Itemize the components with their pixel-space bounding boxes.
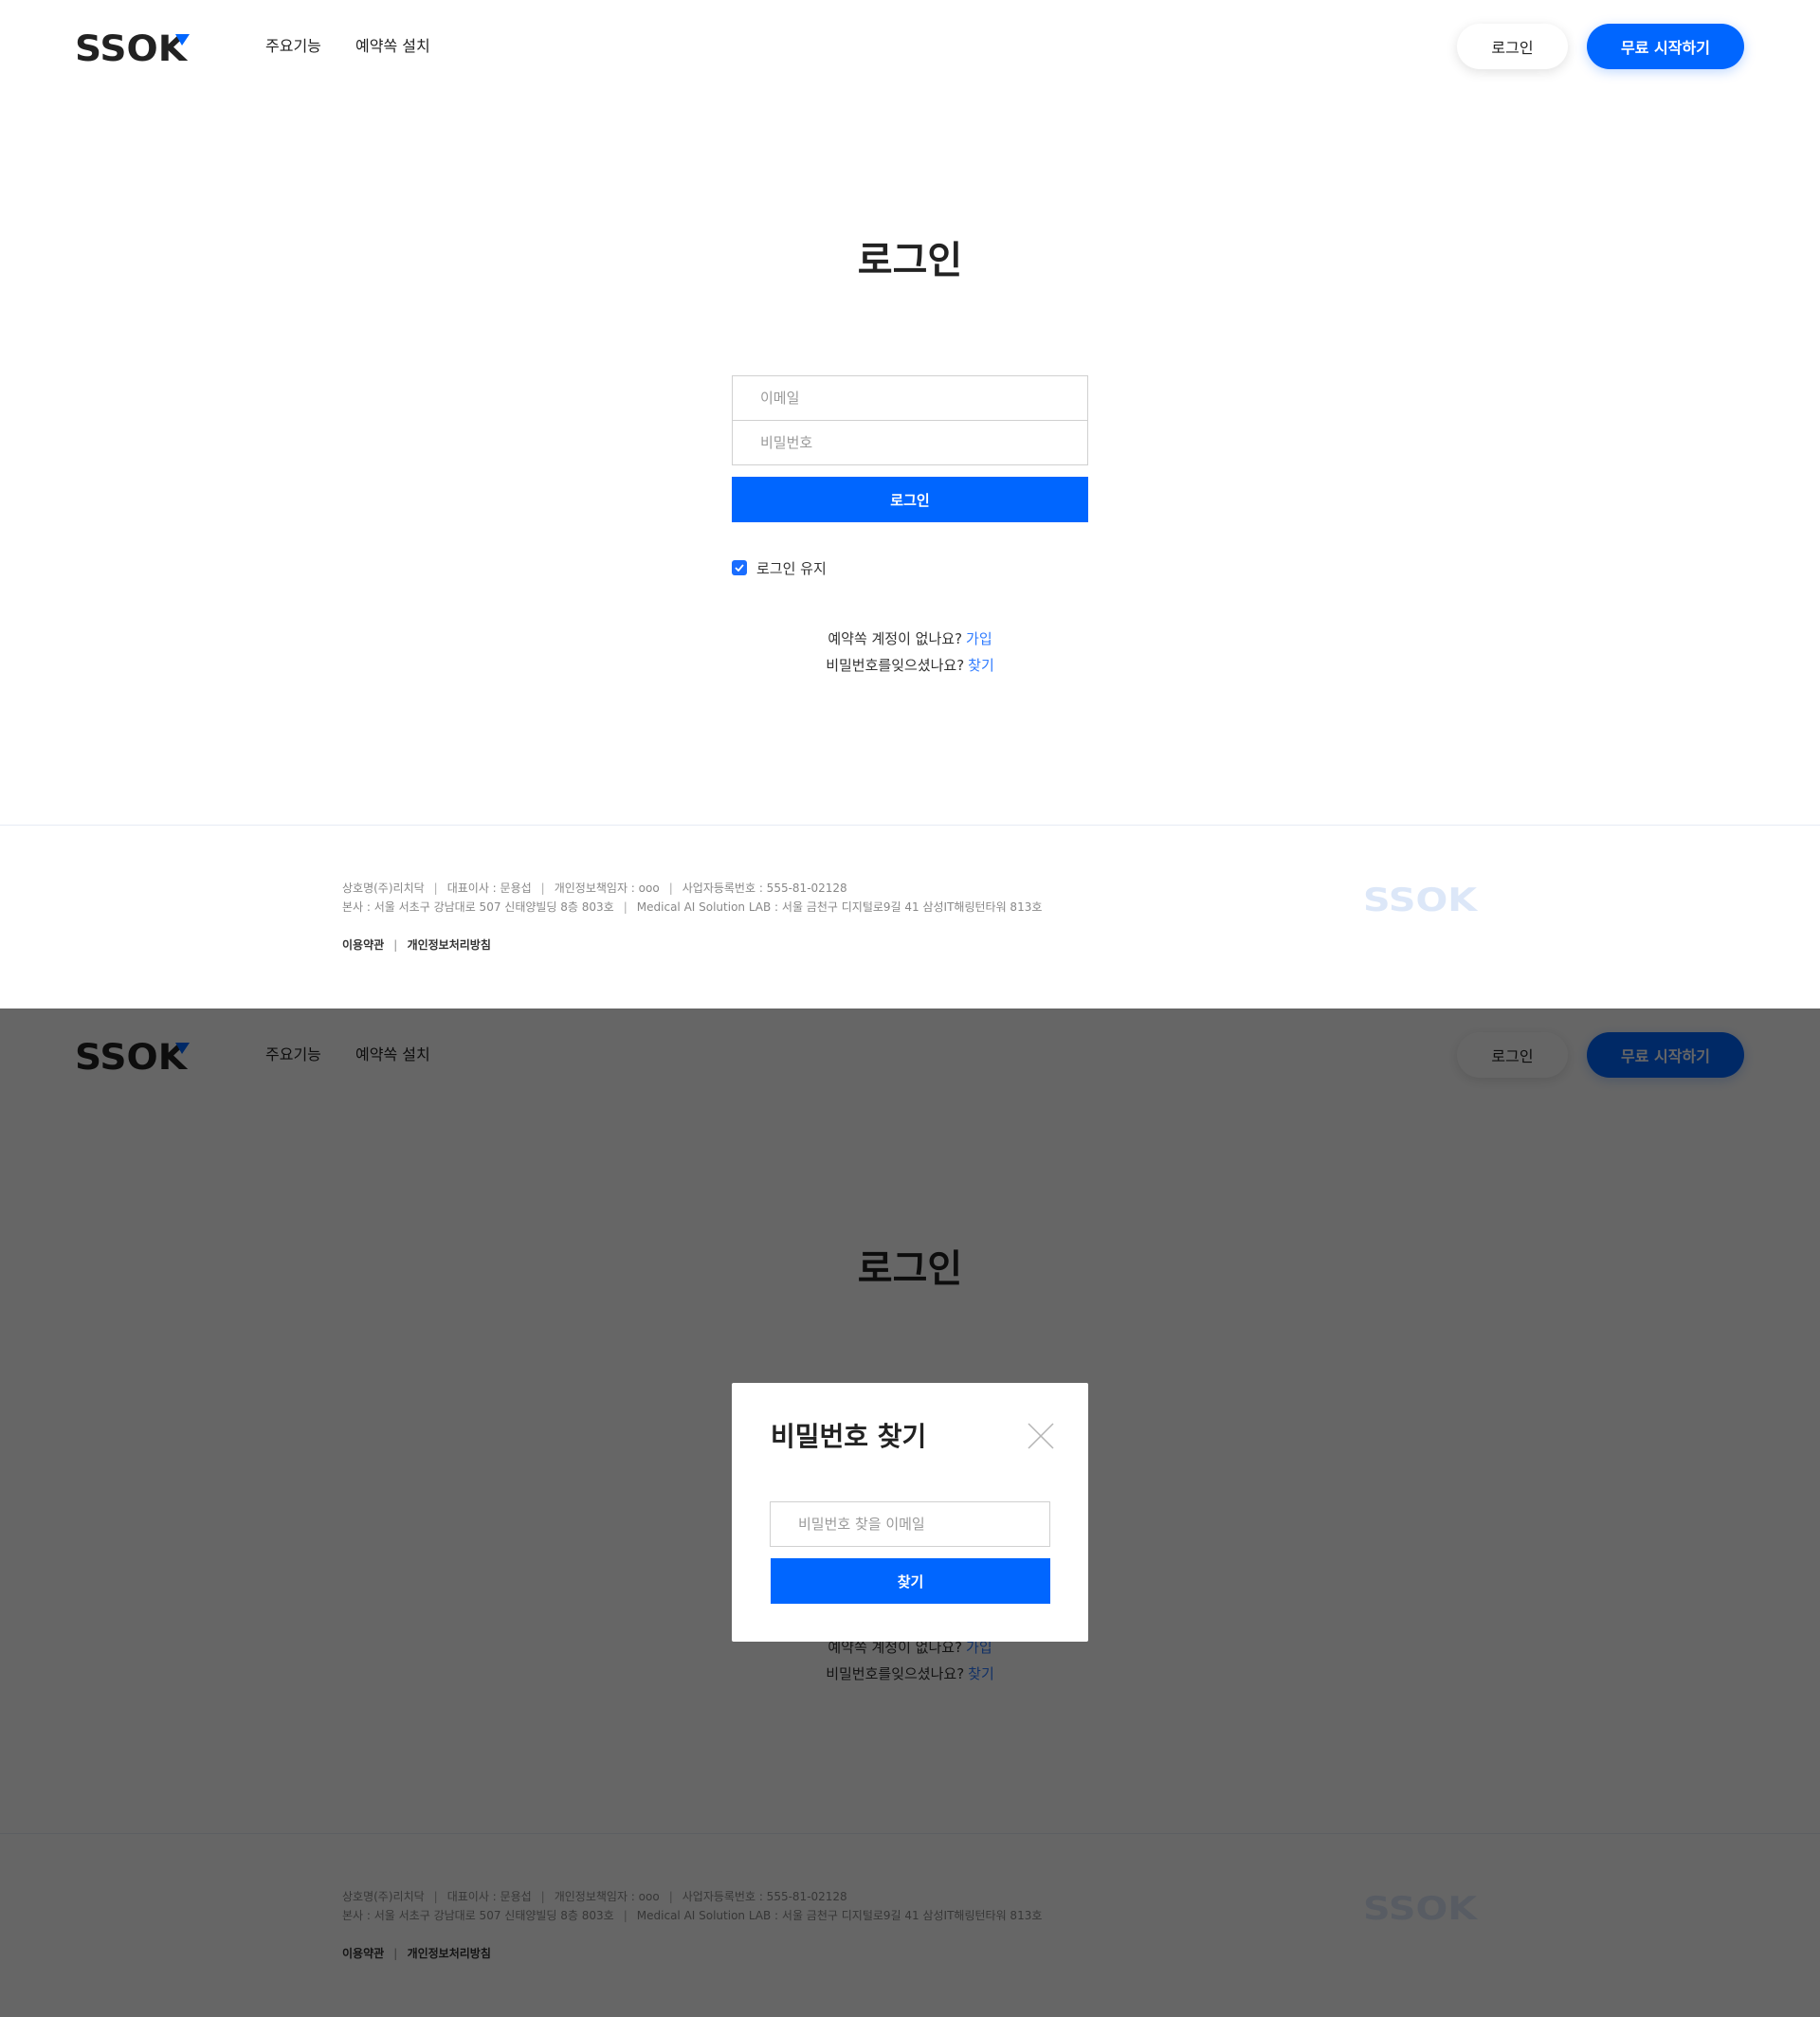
find-password-email-field[interactable] (770, 1501, 1050, 1547)
keep-login-toggle[interactable]: 로그인 유지 (732, 557, 827, 578)
login-screen-with-modal: SSOK 주요기능 예약쏙 설치 로그인 무료 시작하기 로그인 로그인 로그인… (0, 1008, 1820, 2017)
login-submit-button[interactable]: 로그인 (732, 477, 1088, 522)
modal-title: 비밀번호 찾기 (771, 1421, 927, 1452)
header-start-free-button[interactable]: 무료 시작하기 (1587, 24, 1744, 69)
terms-link[interactable]: 이용약관 (342, 938, 384, 952)
footer-privacy-officer: 개인정보책임자 : ooo (554, 881, 660, 895)
footer-company: 상호명(주)리치닥 (342, 881, 425, 895)
footer-hq-address: 본사 : 서울 서초구 강남대로 507 신태양빌딩 8층 803호 (342, 900, 614, 914)
signup-prompt: 예약쏙 계정이 없나요?가입 (0, 628, 1820, 649)
check-icon (735, 564, 744, 572)
site-header: SSOK 주요기능 예약쏙 설치 로그인 무료 시작하기 (0, 0, 1820, 95)
password-field[interactable] (732, 420, 1088, 465)
login-screen: SSOK 주요기능 예약쏙 설치 로그인 무료 시작하기 로그인 로그인 로그인… (0, 0, 1820, 1008)
logo-text: SSOK (75, 28, 188, 66)
keep-login-label: 로그인 유지 (756, 559, 827, 577)
site-footer: 상호명(주)리치닥|대표이사 : 문용섭|개인정보책임자 : ooo|사업자등록… (0, 825, 1820, 1008)
nav-features[interactable]: 주요기능 (265, 35, 321, 58)
footer-lab-address: Medical AI Solution LAB : 서울 금천구 디지털로9길 … (636, 900, 1043, 914)
find-password-prompt: 비밀번호를잊으셨나요?찾기 (0, 655, 1820, 676)
email-field[interactable] (732, 375, 1088, 421)
footer-biz-number: 사업자등록번호 : 555-81-02128 (682, 881, 847, 895)
footer-ceo: 대표이사 : 문용섭 (446, 881, 532, 895)
find-password-modal: 비밀번호 찾기 찾기 (732, 1383, 1088, 1642)
nav-install[interactable]: 예약쏙 설치 (355, 35, 430, 58)
header-login-button[interactable]: 로그인 (1457, 24, 1568, 69)
footer-company-info: 상호명(주)리치닥|대표이사 : 문용섭|개인정보책임자 : ooo|사업자등록… (342, 881, 847, 895)
find-password-link[interactable]: 찾기 (968, 657, 994, 674)
signup-prompt-text: 예약쏙 계정이 없나요? (828, 630, 963, 647)
close-icon (1028, 1423, 1054, 1449)
footer-logo: SSOK (1363, 881, 1479, 915)
signup-link[interactable]: 가입 (966, 630, 992, 647)
footer-links: 이용약관|개인정보처리방침 (342, 938, 491, 952)
page-title: 로그인 (857, 239, 963, 282)
footer-logo-text: SSOK (1363, 881, 1479, 915)
find-password-submit-button[interactable]: 찾기 (771, 1558, 1050, 1604)
keep-login-checkbox[interactable] (732, 560, 747, 575)
footer-addresses: 본사 : 서울 서초구 강남대로 507 신태양빌딩 8층 803호|Medic… (342, 900, 1043, 914)
ssok-logo[interactable]: SSOK (75, 28, 193, 66)
modal-close-button[interactable] (1022, 1417, 1060, 1455)
privacy-policy-link[interactable]: 개인정보처리방침 (408, 938, 491, 952)
find-password-prompt-text: 비밀번호를잊으셨나요? (826, 657, 965, 674)
